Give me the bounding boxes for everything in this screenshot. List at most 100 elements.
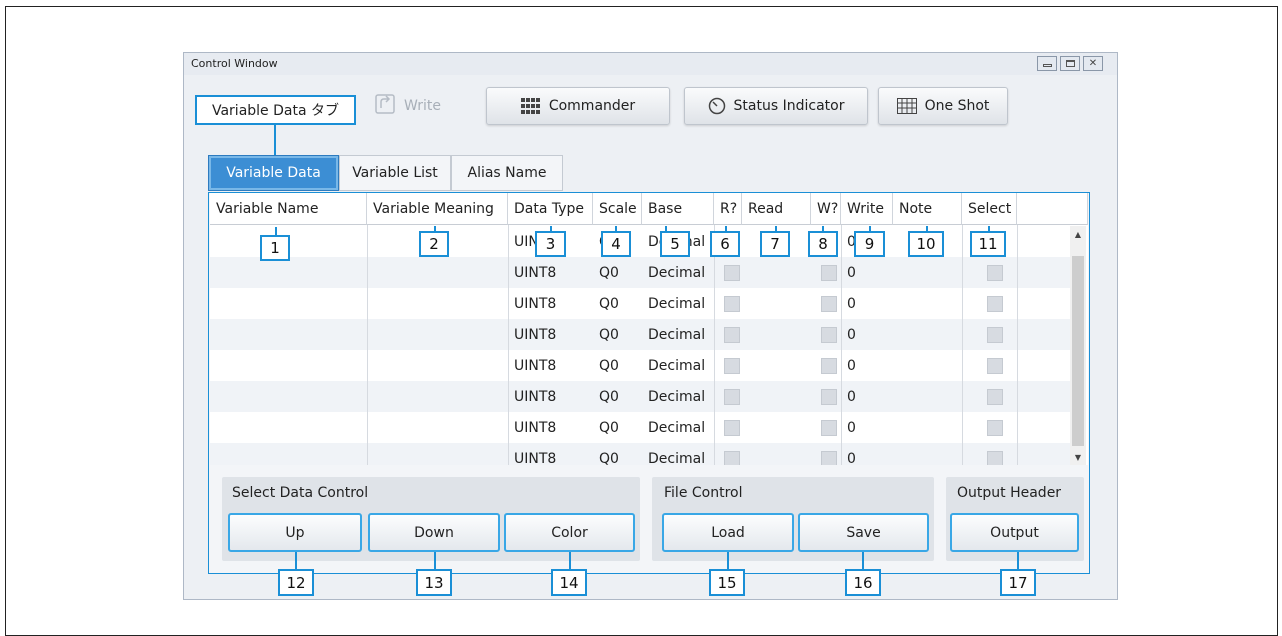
cell-base[interactable]: Decimal (642, 381, 705, 412)
table-row[interactable]: UINT8 Q0 Decimal 0 (210, 288, 1070, 319)
cell-base[interactable]: Decimal (642, 412, 705, 443)
header-note[interactable]: Note (893, 193, 962, 225)
close-button[interactable]: ✕ (1083, 56, 1103, 71)
cell-data-type: UINT8 (514, 450, 557, 466)
minimize-button[interactable] (1037, 56, 1057, 71)
write-checkbox[interactable] (821, 295, 837, 312)
write-checkbox[interactable] (821, 264, 837, 281)
table-row[interactable]: UINT8 Q0 Decimal 0 (210, 350, 1070, 381)
header-select[interactable]: Select (962, 193, 1017, 225)
commander-button[interactable]: Commander (486, 87, 670, 125)
header-w[interactable]: W? (811, 193, 841, 225)
write-label: Write (404, 98, 441, 114)
one-shot-button[interactable]: One Shot (878, 87, 1008, 125)
header-r[interactable]: R? (714, 193, 742, 225)
minimize-icon (1042, 64, 1052, 67)
cell-scale: Q0 (599, 264, 619, 281)
write-checkbox[interactable] (821, 450, 837, 465)
column-divider (1017, 225, 1018, 465)
callout-line (275, 227, 277, 235)
header-write[interactable]: Write (841, 193, 893, 225)
select-checkbox[interactable] (987, 419, 1003, 436)
callout-number: 5 (660, 231, 690, 257)
cell-write-value[interactable]: 0 (841, 350, 856, 381)
header-data-type[interactable]: Data Type (508, 193, 593, 225)
column-divider (367, 225, 368, 465)
scroll-down-icon[interactable]: ▼ (1070, 449, 1086, 465)
tab-variable-list[interactable]: Variable List (339, 155, 451, 191)
cell-data-type: UINT8 (514, 295, 557, 312)
read-checkbox[interactable] (724, 388, 740, 405)
callout-line (434, 552, 436, 569)
select-checkbox[interactable] (987, 388, 1003, 405)
table-row[interactable]: UINT8 Q0 Decimal 0 (210, 443, 1070, 465)
scroll-thumb[interactable] (1072, 256, 1084, 446)
select-checkbox[interactable] (987, 357, 1003, 374)
write-button[interactable]: Write (374, 93, 441, 119)
table-row[interactable]: UINT8 Q0 Decimal 0 (210, 257, 1070, 288)
read-checkbox[interactable] (724, 419, 740, 436)
save-button[interactable]: Save (798, 513, 929, 552)
read-checkbox[interactable] (724, 264, 740, 281)
select-checkbox[interactable] (987, 450, 1003, 465)
output-button[interactable]: Output (950, 513, 1079, 552)
column-divider (714, 225, 715, 465)
maximize-button[interactable] (1060, 56, 1080, 71)
group-title: Select Data Control (232, 485, 369, 501)
cell-write-value[interactable]: 0 (841, 257, 856, 288)
read-checkbox[interactable] (724, 357, 740, 374)
cell-base[interactable]: Decimal (642, 443, 705, 466)
header-read[interactable]: Read (742, 193, 811, 225)
cell-write-value[interactable]: 0 (841, 288, 856, 319)
tab-alias-name[interactable]: Alias Name (451, 155, 563, 191)
cell-base[interactable]: Decimal (642, 288, 705, 319)
cell-base[interactable]: Decimal (642, 319, 705, 350)
cell-base[interactable]: Decimal (642, 257, 705, 288)
vertical-scrollbar[interactable]: ▲ ▼ (1070, 226, 1086, 465)
grid-icon (520, 98, 541, 114)
header-variable-name[interactable]: Variable Name (210, 193, 367, 225)
title-bar: Control Window ✕ (184, 53, 1117, 75)
color-button[interactable]: Color (504, 513, 635, 552)
cell-data-type: UINT8 (514, 419, 557, 436)
write-checkbox[interactable] (821, 326, 837, 343)
scroll-up-icon[interactable]: ▲ (1070, 226, 1086, 242)
header-base[interactable]: Base (642, 193, 714, 225)
callout-number: 1 (260, 235, 290, 261)
callout-number: 11 (970, 231, 1006, 257)
read-checkbox[interactable] (724, 326, 740, 343)
header-variable-meaning[interactable]: Variable Meaning (367, 193, 508, 225)
callout-number: 10 (908, 231, 944, 257)
cell-scale: Q0 (599, 388, 619, 405)
cell-write-value[interactable]: 0 (841, 443, 856, 466)
read-checkbox[interactable] (724, 295, 740, 312)
header-filler (1017, 193, 1088, 225)
tab-variable-data[interactable]: Variable Data (208, 155, 339, 191)
header-scale[interactable]: Scale (593, 193, 642, 225)
table-row[interactable]: UINT8 Q0 Decimal 0 (210, 319, 1070, 350)
column-divider (962, 225, 963, 465)
read-checkbox[interactable] (724, 450, 740, 465)
cell-write-value[interactable]: 0 (841, 319, 856, 350)
cell-base[interactable]: Decimal (642, 350, 705, 381)
status-indicator-button[interactable]: Status Indicator (684, 87, 868, 125)
table-row[interactable]: UINT8 Q0 Decimal 0 (210, 381, 1070, 412)
cell-write-value[interactable]: 0 (841, 412, 856, 443)
write-checkbox[interactable] (821, 388, 837, 405)
window-controls: ✕ (1034, 56, 1103, 71)
write-checkbox[interactable] (821, 357, 837, 374)
up-button[interactable]: Up (228, 513, 362, 552)
callout-number: 3 (535, 231, 566, 257)
table-row[interactable]: UINT8 Q0 Decimal 0 (210, 412, 1070, 443)
callout-line (727, 552, 729, 569)
column-divider (508, 225, 509, 465)
callout-line (1017, 552, 1019, 569)
select-checkbox[interactable] (987, 264, 1003, 281)
select-checkbox[interactable] (987, 326, 1003, 343)
down-button[interactable]: Down (368, 513, 500, 552)
group-title: File Control (664, 485, 743, 501)
write-checkbox[interactable] (821, 419, 837, 436)
select-checkbox[interactable] (987, 295, 1003, 312)
cell-write-value[interactable]: 0 (841, 381, 856, 412)
load-button[interactable]: Load (662, 513, 794, 552)
